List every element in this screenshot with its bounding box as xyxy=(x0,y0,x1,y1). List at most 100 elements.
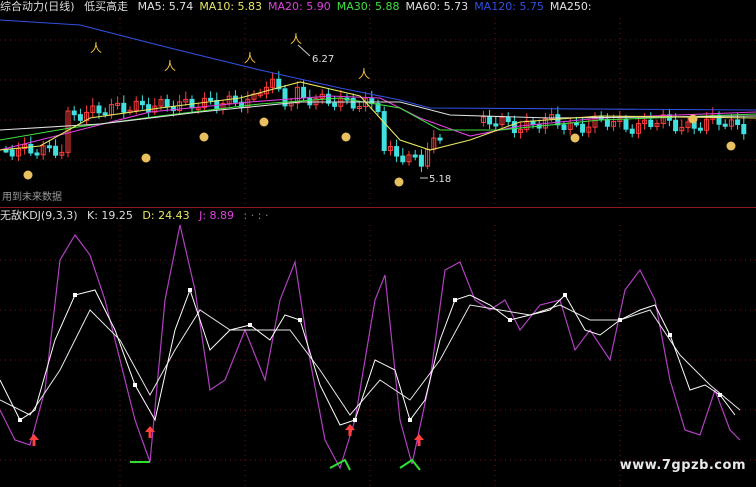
ma-label-0: MA5: 5.74 xyxy=(137,0,194,13)
money-bag-icon xyxy=(341,132,351,142)
high-pointer xyxy=(297,44,311,57)
money-bag-icon xyxy=(199,132,209,142)
kdj-k-marker xyxy=(298,318,302,322)
money-bag-icon xyxy=(570,133,580,143)
kdj-k-value: K: 19.25 xyxy=(87,209,133,222)
kdj-k-marker xyxy=(508,318,512,322)
candle-body xyxy=(722,123,728,127)
candle-body xyxy=(493,123,499,127)
candle-body xyxy=(96,105,102,114)
future-data-note: 用到未来数据 xyxy=(2,192,62,203)
candle-body xyxy=(46,145,52,149)
ma-label-1: MA10: 5.83 xyxy=(199,0,263,13)
candle-body xyxy=(77,114,83,121)
buy-arrow-icon xyxy=(145,426,155,432)
candle-body xyxy=(418,154,424,167)
kdj-k-marker xyxy=(718,393,722,397)
candle-body xyxy=(307,97,313,106)
kdj-k-marker xyxy=(133,383,137,387)
money-bag-icon xyxy=(23,170,33,180)
kdj-k-marker xyxy=(453,298,457,302)
watermark: www.7gpzb.com xyxy=(619,458,746,473)
candle-body xyxy=(28,143,34,154)
kdj-k-marker xyxy=(353,418,357,422)
candle-body xyxy=(71,110,77,116)
price-chart-header: 综合动力(日线) 低买高走 MA5: 5.74 MA10: 5.83 MA20: 5… xyxy=(0,0,604,14)
candle-body xyxy=(102,112,108,116)
candle-body xyxy=(573,122,579,126)
candle-body xyxy=(412,154,418,158)
candle-body xyxy=(741,124,747,135)
kdj-title: 无敌KDJ(9,3,3) xyxy=(0,209,78,222)
price-chart: 人人人人人6.275.18 xyxy=(0,18,756,206)
candle-body xyxy=(394,146,400,157)
money-bag-icon xyxy=(726,141,736,151)
candle-body xyxy=(381,111,387,151)
candle-body xyxy=(735,119,741,126)
candle-body xyxy=(648,119,654,128)
candle-body xyxy=(139,100,145,106)
candle-body xyxy=(9,149,15,157)
candle-body xyxy=(121,102,127,113)
kdj-j-value: J: 8.89 xyxy=(199,209,235,222)
kdj-k-marker xyxy=(18,418,22,422)
money-bag-icon xyxy=(259,117,269,127)
kdj-k-line xyxy=(0,288,736,426)
candle-body xyxy=(301,86,307,99)
candle-body xyxy=(164,99,170,108)
ma-label-2: MA20: 5.90 xyxy=(268,0,331,13)
candle-body xyxy=(505,116,511,123)
kdj-k-marker xyxy=(563,293,567,297)
candle-body xyxy=(146,104,152,113)
candle-body xyxy=(437,137,443,141)
kdj-header: 无敌KDJ(9,3,3) K: 19.25 D: 24.43 J: 8.89 :… xyxy=(0,209,274,223)
figure-icon: 人 xyxy=(164,59,176,73)
candle-body xyxy=(214,99,220,109)
figure-icon: 人 xyxy=(358,67,370,81)
buy-arrow-stem xyxy=(348,430,352,436)
candle-body xyxy=(697,127,703,131)
ma-label-6: MA250: xyxy=(549,0,592,13)
candle-body xyxy=(629,128,635,134)
kdj-k-marker xyxy=(188,288,192,292)
buy-arrow-icon xyxy=(29,434,39,440)
ma-label-5: MA120: 5.75 xyxy=(474,0,544,13)
kdj-dots: : · : · xyxy=(243,209,269,222)
candle-body xyxy=(487,116,493,125)
kdj-k-marker xyxy=(248,323,252,327)
candle-body xyxy=(561,124,567,131)
candle-body xyxy=(34,152,40,156)
kdj-d-line xyxy=(0,304,741,416)
candle-body xyxy=(623,118,629,130)
kdj-k-marker xyxy=(73,293,77,297)
low-label: 5.18 xyxy=(429,174,451,185)
kdj-k-marker xyxy=(618,318,622,322)
candle-body xyxy=(673,119,679,132)
panel-divider xyxy=(0,207,756,208)
kdj-k-marker xyxy=(408,418,412,422)
buy-arrow-icon xyxy=(345,424,355,430)
high-label: 6.27 xyxy=(312,54,334,65)
candle-body xyxy=(580,123,586,133)
chart-subtitle: 低买高走 xyxy=(84,0,129,13)
buy-arrow-icon xyxy=(414,434,424,440)
buy-arrow-stem xyxy=(148,432,152,438)
candle-body xyxy=(53,145,59,156)
candle-body xyxy=(332,102,338,107)
oversold-segment xyxy=(329,458,351,471)
kdj-j-line xyxy=(0,224,741,470)
buy-arrow-stem xyxy=(417,440,421,446)
figure-icon: 人 xyxy=(290,32,302,46)
ma-label-3: MA30: 5.88 xyxy=(336,0,400,13)
figure-icon: 人 xyxy=(244,51,256,65)
candle-body xyxy=(3,149,9,153)
kdj-d-value: D: 24.43 xyxy=(142,209,190,222)
chart-title: 综合动力(日线) xyxy=(0,0,75,13)
buy-arrow-stem xyxy=(32,440,36,446)
kdj-k-marker xyxy=(668,333,672,337)
ma-legend: MA5: 5.74 MA10: 5.83 MA20: 5.90 MA30: 5.88 M… xyxy=(138,0,598,13)
money-bag-icon xyxy=(141,153,151,163)
candle-body xyxy=(400,155,406,163)
ma120-line xyxy=(0,19,756,111)
ma-label-4: MA60: 5.73 xyxy=(405,0,469,13)
